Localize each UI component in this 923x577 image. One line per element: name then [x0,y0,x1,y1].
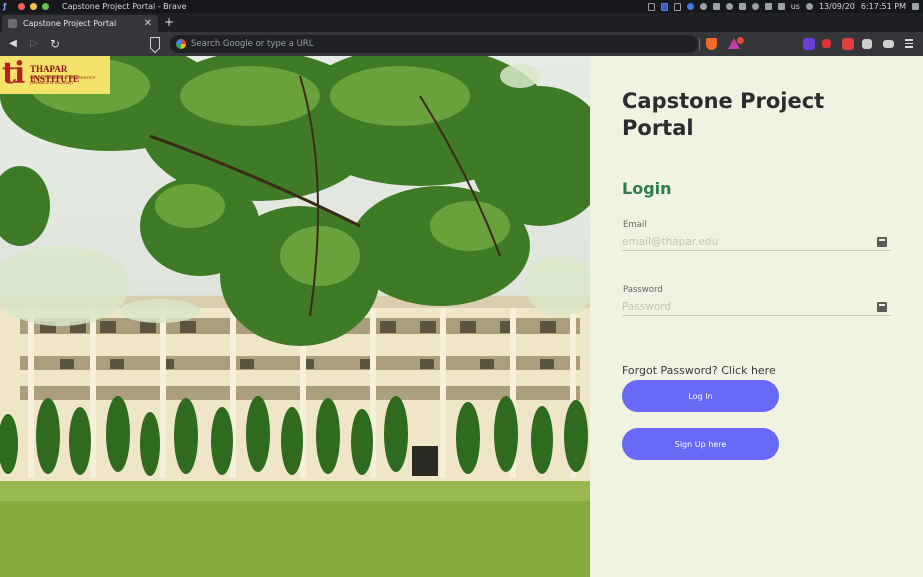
distro-logo-icon[interactable]: ƒ [3,0,6,13]
tab-strip: Capstone Project Portal ✕ + [0,13,923,32]
system-titlebar: ƒ Capstone Project Portal - Brave us 13/… [0,0,923,13]
system-tray: us 13/09/20 6:17:51 PM [647,0,919,13]
security-icon[interactable] [725,3,733,10]
forward-button[interactable]: ▷ [27,37,41,51]
extension-red-icon[interactable] [822,39,831,48]
rewards-badge-icon [737,37,744,44]
browser-toolbar: ◀ ▷ ↻ [0,32,923,56]
notifications-icon[interactable] [912,3,919,10]
tab-close-icon[interactable]: ✕ [144,15,152,32]
battery-icon[interactable] [764,3,772,10]
workspace-2-icon[interactable] [660,2,668,11]
campus-hero-image: ti THAPAR INSTITUTE OF ENGINEERING & TEC… [0,56,590,577]
thapar-logo: ti THAPAR INSTITUTE OF ENGINEERING & TEC… [0,56,110,94]
login-panel: Capstone Project Portal Login Email Pass… [590,56,923,577]
password-field[interactable] [622,298,891,316]
campus-illustration [0,56,590,577]
window-title: Capstone Project Portal - Brave [62,2,187,11]
reload-button[interactable]: ↻ [48,37,62,51]
volume-icon[interactable] [751,3,759,10]
window-controls [18,3,49,10]
toolbar-divider [699,38,700,51]
address-input[interactable] [191,35,691,53]
page-title: Capstone Project Portal [622,89,825,140]
signup-button[interactable]: Sign Up here [622,428,779,460]
new-tab-button[interactable]: + [162,15,176,31]
forgot-password-link[interactable]: Forgot Password? Click here [622,364,776,377]
keyboard-icon[interactable] [777,3,785,10]
tab-favicon-icon [8,19,17,28]
tab-title: Capstone Project Portal [23,19,117,28]
vpn-icon[interactable] [699,3,707,10]
keyboard-layout[interactable]: us [791,0,800,13]
workspace-3-icon[interactable] [673,2,681,11]
system-date[interactable]: 13/09/20 [819,0,855,13]
close-window-button[interactable] [18,3,25,10]
brave-shields-icon[interactable] [706,38,717,50]
maximize-window-button[interactable] [42,3,49,10]
wifi-icon[interactable] [805,3,813,10]
login-button[interactable]: Log In [622,380,779,412]
login-heading: Login [622,179,672,198]
browser-menu-icon[interactable] [905,39,913,49]
page-content: ti THAPAR INSTITUTE OF ENGINEERING & TEC… [0,56,923,577]
system-time[interactable]: 6:17:51 PM [861,0,906,13]
email-field[interactable] [622,233,891,251]
extensions-puzzle-icon[interactable] [862,39,872,49]
extension-purple-icon[interactable] [803,38,815,50]
email-autofill-icon[interactable] [877,237,887,247]
location-icon[interactable] [738,3,746,10]
logo-mark: ti [2,56,25,91]
bookmark-icon[interactable] [150,37,160,49]
back-button[interactable]: ◀ [6,37,20,51]
minimize-window-button[interactable] [30,3,37,10]
logo-subtitle: OF ENGINEERING & TECHNOLOGY (Deemed to b… [30,75,96,85]
workspace-1-icon[interactable] [647,2,655,11]
bluetooth-icon[interactable] [686,3,694,10]
google-icon [176,39,186,49]
email-label: Email [623,220,647,230]
address-bar[interactable] [170,35,698,53]
password-autofill-icon[interactable] [877,302,887,312]
extension-mail-icon[interactable] [842,38,854,50]
reading-list-icon[interactable] [883,40,894,48]
password-label: Password [623,285,663,295]
clipboard-icon[interactable] [712,3,720,10]
tab-capstone-portal[interactable]: Capstone Project Portal ✕ [2,15,158,32]
